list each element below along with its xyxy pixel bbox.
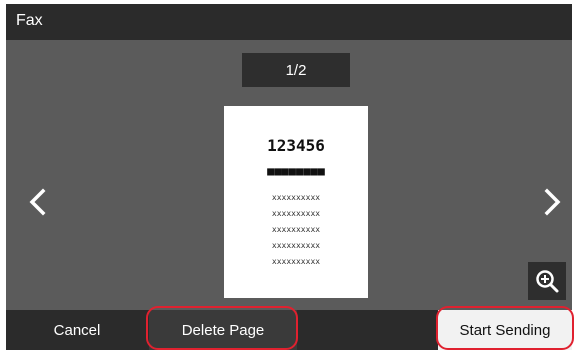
document-line: xxxxxxxxxx — [271, 209, 321, 218]
document-line: xxxxxxxxxx — [271, 193, 321, 202]
cancel-button[interactable]: Cancel — [6, 310, 148, 350]
document-line: xxxxxxxxxx — [271, 257, 321, 266]
action-bar: Cancel Delete Page Start Sending — [6, 310, 572, 350]
delete-page-button[interactable]: Delete Page — [149, 310, 297, 350]
zoom-in-icon — [536, 270, 559, 293]
start-sending-button[interactable]: Start Sending — [438, 310, 572, 350]
page-preview: 123456 ■■■■■■■■ xxxxxxxxxx xxxxxxxxxx xx… — [224, 106, 368, 298]
document-line: xxxxxxxxxx — [271, 241, 321, 250]
previous-page-button[interactable] — [26, 186, 50, 218]
chevron-left-icon — [29, 188, 46, 216]
document-line: xxxxxxxxxx — [271, 225, 321, 234]
screen-title: Fax — [16, 12, 43, 29]
fax-preview-screen: Fax 1/2 123456 ■■■■■■■■ xxxxxxxxxx xxxxx… — [6, 4, 572, 350]
page-indicator: 1/2 — [242, 53, 350, 87]
zoom-in-button[interactable] — [528, 262, 566, 300]
title-bar: Fax — [6, 4, 572, 40]
next-page-button[interactable] — [540, 186, 564, 218]
document-number: 123456 — [267, 136, 325, 155]
document-text-lines: xxxxxxxxxx xxxxxxxxxx xxxxxxxxxx xxxxxxx… — [224, 190, 368, 270]
chevron-right-icon — [544, 188, 561, 216]
document-dots: ■■■■■■■■ — [267, 164, 325, 178]
